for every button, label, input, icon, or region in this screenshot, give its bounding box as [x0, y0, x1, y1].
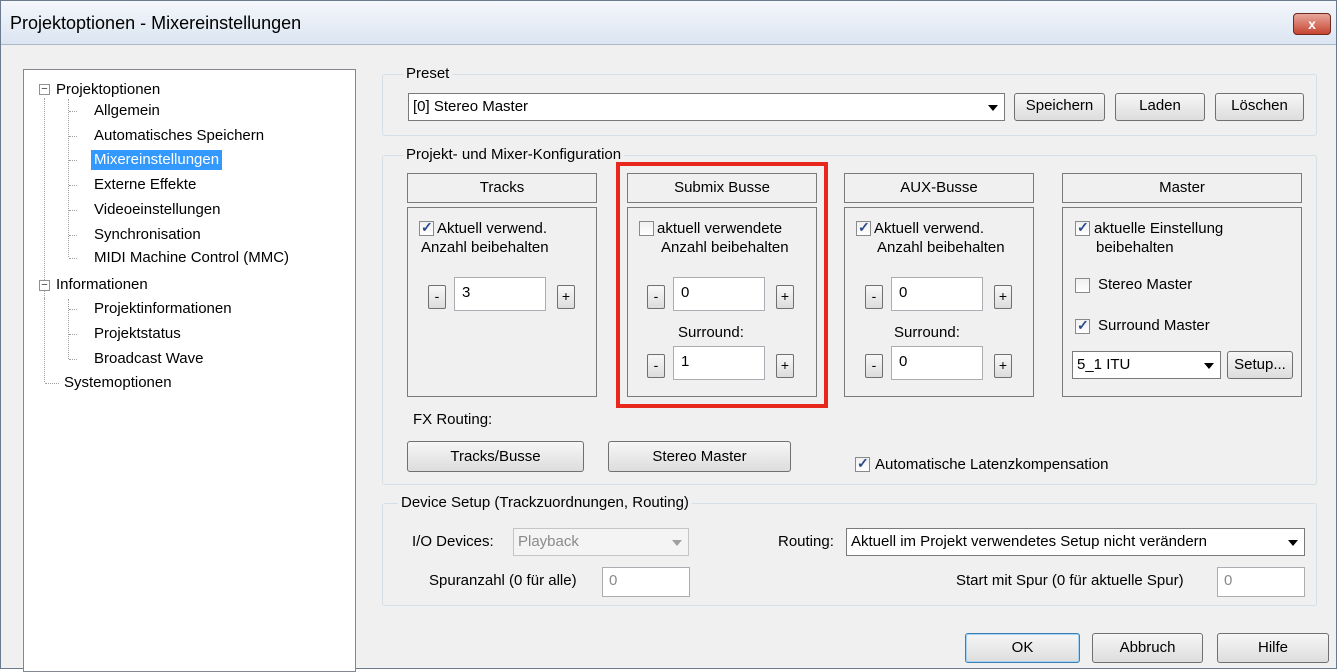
tree-connector	[69, 309, 77, 310]
master-keep-label: aktuelle Einstellung	[1094, 220, 1224, 237]
tracks-header: Tracks	[407, 173, 597, 203]
help-button[interactable]: Hilfe	[1217, 633, 1329, 663]
preset-value: [0] Stereo Master	[413, 98, 529, 115]
title-bar: Projektoptionen - Mixereinstellungen x	[1, 1, 1336, 45]
latency-compensation-checkbox[interactable]	[855, 455, 870, 472]
fx-stereo-master-button[interactable]: Stereo Master	[608, 441, 791, 472]
dropdown-arrow-icon	[988, 105, 998, 111]
tree-item-externe-effekte[interactable]: Externe Effekte	[94, 175, 196, 195]
tree-connector	[69, 185, 77, 186]
routing-select[interactable]: Aktuell im Projekt verwendetes Setup nic…	[846, 528, 1305, 556]
master-header: Master	[1062, 173, 1302, 203]
config-group-label: Projekt- und Mixer-Konfiguration	[403, 146, 625, 163]
tree-item-automatisches-speichern[interactable]: Automatisches Speichern	[94, 126, 264, 146]
aux-surround-label: Surround:	[894, 324, 960, 341]
tree-connector	[69, 111, 77, 112]
tree-group-informationen[interactable]: Informationen	[56, 275, 148, 295]
load-preset-button[interactable]: Laden	[1115, 93, 1205, 121]
dropdown-arrow-icon	[1288, 540, 1298, 546]
start-track-label: Start mit Spur (0 für aktuelle Spur)	[956, 572, 1184, 589]
collapse-projektoptionen-icon[interactable]: −	[39, 84, 50, 95]
master-keep-label-2: beibehalten	[1096, 239, 1174, 256]
tree-group-projektoptionen[interactable]: Projektoptionen	[56, 80, 160, 100]
aux-surround-input[interactable]: 0	[891, 346, 983, 380]
surround-format-value: 5_1 ITU	[1077, 356, 1131, 373]
stereo-master-checkbox[interactable]	[1075, 278, 1090, 293]
ok-button[interactable]: OK	[965, 633, 1080, 663]
tree-connector	[69, 258, 77, 259]
tree-connector	[69, 136, 77, 137]
tracks-keep-label: Aktuell verwend.	[437, 220, 548, 237]
tracks-minus-button[interactable]: -	[428, 285, 446, 309]
aux-surround-plus-button[interactable]: +	[994, 354, 1012, 378]
tree-item-synchronisation[interactable]: Synchronisation	[94, 225, 201, 245]
track-count-label: Spuranzahl (0 für alle)	[429, 572, 577, 589]
stereo-master-label: Stereo Master	[1098, 276, 1193, 293]
aux-plus-button[interactable]: +	[994, 285, 1012, 309]
fx-tracks-busse-button[interactable]: Tracks/Busse	[407, 441, 584, 472]
tree-item-projektinformationen[interactable]: Projektinformationen	[94, 299, 232, 319]
preset-select[interactable]: [0] Stereo Master	[408, 93, 1005, 121]
save-preset-button[interactable]: Speichern	[1014, 93, 1105, 121]
aux-count-input[interactable]: 0	[891, 277, 983, 311]
surround-format-select[interactable]: 5_1 ITU	[1072, 351, 1221, 379]
tree-line	[44, 298, 45, 382]
routing-value: Aktuell im Projekt verwendetes Setup nic…	[851, 533, 1208, 550]
tracks-plus-button[interactable]: +	[557, 285, 575, 309]
cancel-button[interactable]: Abbruch	[1092, 633, 1203, 663]
aux-minus-button[interactable]: -	[865, 285, 883, 309]
options-tree: − Projektoptionen Allgemein Automatische…	[23, 69, 356, 672]
close-button[interactable]: x	[1293, 13, 1331, 35]
dropdown-arrow-icon	[672, 540, 682, 546]
tree-connector	[69, 210, 77, 211]
start-track-input[interactable]: 0	[1217, 567, 1305, 597]
tree-group-systemoptionen[interactable]: Systemoptionen	[64, 373, 172, 393]
tree-item-midi-machine-control[interactable]: MIDI Machine Control (MMC)	[94, 248, 289, 268]
track-count-input[interactable]: 0	[602, 567, 690, 597]
tree-item-mixereinstellungen[interactable]: Mixereinstellungen	[91, 150, 223, 170]
fx-routing-label: FX Routing:	[413, 411, 493, 428]
tree-connector	[69, 359, 77, 360]
aux-keep-checkbox[interactable]	[856, 219, 871, 236]
dialog-window: Projektoptionen - Mixereinstellungen x −…	[0, 0, 1337, 672]
tree-connector	[69, 160, 77, 161]
master-setup-button[interactable]: Setup...	[1227, 351, 1293, 379]
tree-item-projektstatus[interactable]: Projektstatus	[94, 324, 181, 344]
tree-item-broadcast-wave[interactable]: Broadcast Wave	[94, 349, 204, 369]
preset-group-label: Preset	[403, 65, 453, 82]
latency-compensation-label: Automatische Latenzkompensation	[875, 456, 1109, 473]
tree-line	[68, 299, 69, 359]
aux-header: AUX-Busse	[844, 173, 1034, 203]
window-title: Projektoptionen - Mixereinstellungen	[10, 13, 302, 33]
tree-item-videoeinstellungen[interactable]: Videoeinstellungen	[94, 200, 221, 220]
delete-preset-button[interactable]: Löschen	[1215, 93, 1304, 121]
tracks-count-input[interactable]: 3	[454, 277, 546, 311]
highlight-box	[616, 162, 828, 408]
tree-connector	[45, 383, 59, 384]
routing-label: Routing:	[778, 533, 834, 550]
master-keep-checkbox[interactable]	[1075, 219, 1090, 236]
tree-connector	[69, 235, 77, 236]
aux-keep-label: Aktuell verwend.	[874, 220, 985, 237]
tree-line	[68, 99, 69, 257]
tree-line	[44, 98, 45, 298]
surround-master-checkbox[interactable]	[1075, 317, 1090, 334]
io-devices-select[interactable]: Playback	[513, 528, 689, 556]
aux-surround-minus-button[interactable]: -	[865, 354, 883, 378]
tracks-keep-label-2: Anzahl beibehalten	[421, 239, 549, 256]
aux-keep-label-2: Anzahl beibehalten	[877, 239, 1005, 256]
device-setup-group-label: Device Setup (Trackzuordnungen, Routing)	[398, 494, 692, 511]
io-devices-label: I/O Devices:	[412, 533, 494, 550]
surround-master-label: Surround Master	[1098, 317, 1210, 334]
dropdown-arrow-icon	[1204, 363, 1214, 369]
io-devices-value: Playback	[518, 533, 579, 550]
tracks-keep-checkbox[interactable]	[419, 219, 434, 236]
tree-item-allgemein[interactable]: Allgemein	[94, 101, 160, 121]
tree-connector	[69, 334, 77, 335]
collapse-informationen-icon[interactable]: −	[39, 280, 50, 291]
